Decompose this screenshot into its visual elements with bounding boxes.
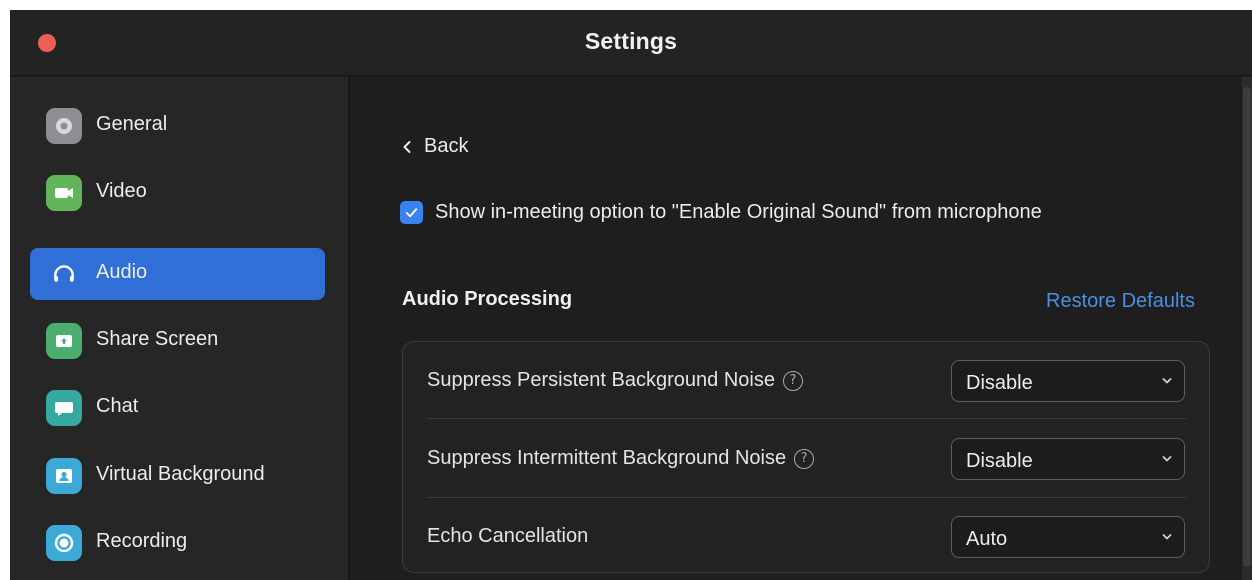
row-label: Suppress Intermittent Background Noise [427, 447, 787, 469]
settings-row-echo-cancellation: Echo Cancellation Auto [427, 498, 1187, 576]
sidebar-item-label: Share Screen [96, 328, 219, 350]
checkmark-icon [405, 208, 418, 218]
persistent-noise-select[interactable]: Disable [951, 360, 1185, 402]
section-title: Audio Processing [402, 288, 573, 310]
chevron-down-icon [1162, 378, 1172, 384]
sidebar-item-label: Virtual Background [96, 463, 265, 485]
sidebar-item-label: Video [96, 180, 147, 202]
sidebar-item-label: Chat [96, 395, 139, 417]
row-divider [427, 418, 1187, 419]
video-camera-icon [46, 175, 82, 211]
help-icon[interactable]: ? [782, 370, 803, 391]
audio-settings-panel: Back Show in-meeting option to "Enable O… [352, 77, 1252, 580]
chevron-down-icon [1162, 456, 1172, 462]
row-label-wrapper: Suppress Persistent Background Noise ? [427, 369, 803, 392]
sidebar-item-general[interactable]: General [30, 100, 325, 152]
vertical-scrollbar[interactable] [1242, 77, 1252, 580]
person-portrait-icon [46, 458, 82, 494]
sidebar-item-video[interactable]: Video [30, 167, 325, 219]
sidebar-item-label: General [96, 113, 168, 135]
row-label: Echo Cancellation [427, 525, 589, 547]
chat-bubble-icon [46, 390, 82, 426]
help-icon[interactable]: ? [794, 448, 815, 469]
audio-processing-card: Suppress Persistent Background Noise ? D… [402, 341, 1210, 573]
sidebar-item-audio[interactable]: Audio [30, 248, 325, 300]
back-label: Back [424, 135, 469, 157]
original-sound-label: Show in-meeting option to "Enable Origin… [435, 201, 1042, 223]
settings-row-persistent-noise: Suppress Persistent Background Noise ? D… [427, 342, 1187, 420]
chevron-down-icon [1162, 534, 1172, 540]
select-value: Disable [966, 372, 1033, 394]
headphones-icon [46, 256, 82, 292]
settings-sidebar: General Video Audio Share Screen Chat Vi… [10, 77, 350, 580]
row-label-wrapper: Suppress Intermittent Background Noise ? [427, 447, 815, 470]
intermittent-noise-select[interactable]: Disable [951, 438, 1185, 480]
sidebar-item-virtual-background[interactable]: Virtual Background [30, 450, 325, 502]
sidebar-item-chat[interactable]: Chat [30, 382, 325, 434]
settings-window: Settings General Video Audio Share Scree… [10, 10, 1252, 580]
chevron-left-icon [402, 140, 412, 154]
window-title: Settings [584, 28, 678, 54]
restore-defaults-link[interactable]: Restore Defaults [1046, 290, 1195, 313]
scroll-thumb[interactable] [1243, 87, 1251, 567]
gear-icon [46, 108, 82, 144]
back-button[interactable]: Back [402, 135, 468, 158]
select-value: Disable [966, 450, 1033, 472]
share-screen-icon [46, 323, 82, 359]
row-label-wrapper: Echo Cancellation [427, 525, 588, 548]
echo-cancellation-select[interactable]: Auto [951, 516, 1185, 558]
original-sound-checkbox[interactable] [400, 201, 423, 224]
title-bar: Settings [10, 10, 1252, 76]
sidebar-item-recording[interactable]: Recording [30, 517, 325, 569]
original-sound-option: Show in-meeting option to "Enable Origin… [400, 201, 1042, 224]
record-icon [46, 525, 82, 561]
sidebar-item-share-screen[interactable]: Share Screen [30, 315, 325, 367]
settings-row-intermittent-noise: Suppress Intermittent Background Noise ?… [427, 420, 1187, 498]
sidebar-item-label: Recording [96, 530, 188, 552]
select-value: Auto [966, 528, 1008, 550]
row-label: Suppress Persistent Background Noise [427, 369, 775, 391]
sidebar-item-label: Audio [96, 261, 148, 283]
